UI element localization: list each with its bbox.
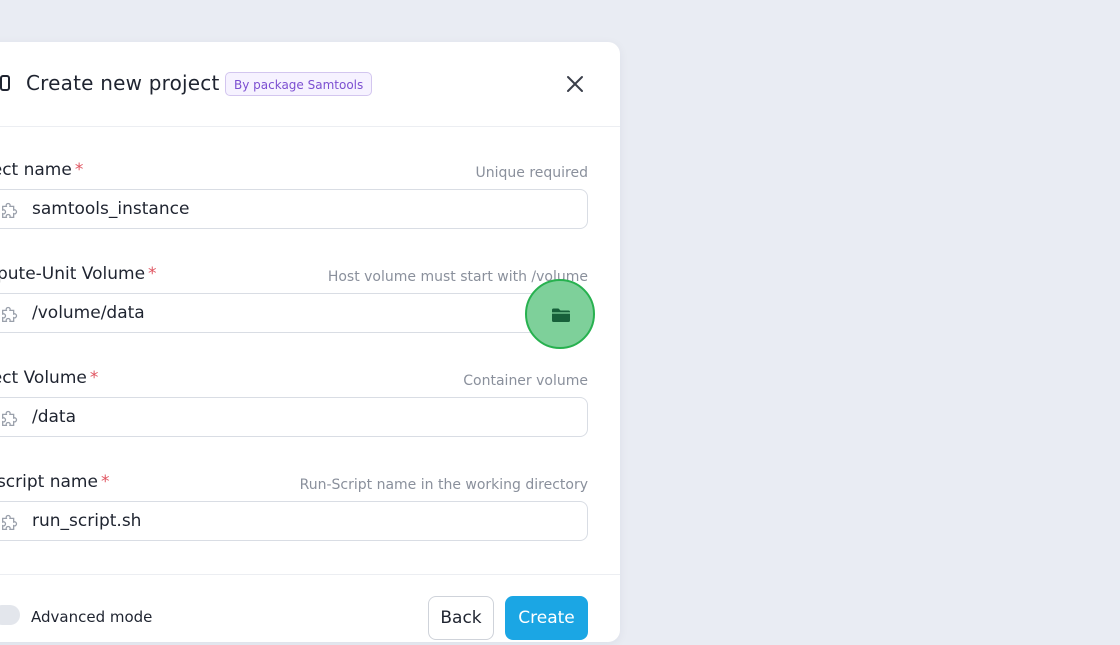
advanced-mode-toggle[interactable] xyxy=(0,605,20,625)
compute-volume-input[interactable]: /volume/data xyxy=(0,293,588,333)
back-button[interactable]: Back xyxy=(428,596,494,640)
puzzle-icon xyxy=(2,306,18,322)
project-name-label: roject name* xyxy=(0,160,84,180)
dialog-title: Create new project xyxy=(26,71,220,95)
package-badge: By package Samtools xyxy=(225,72,373,96)
folder-icon xyxy=(552,308,570,322)
dialog-header: Create new project By package Samtools xyxy=(0,42,620,127)
run-script-label: un script name* xyxy=(0,472,110,492)
project-name-value: samtools_instance xyxy=(32,199,190,219)
compute-volume-label: ompute-Unit Volume* xyxy=(0,264,157,284)
advanced-mode-label: Advanced mode xyxy=(31,608,153,626)
project-volume-input[interactable]: /data xyxy=(0,397,588,437)
compute-volume-value: /volume/data xyxy=(32,303,145,323)
create-project-dialog: Create new project By package Samtools r… xyxy=(0,42,620,642)
close-button[interactable] xyxy=(563,72,587,96)
project-volume-label: roject Volume* xyxy=(0,368,99,388)
project-name-hint: Unique required xyxy=(475,165,589,181)
puzzle-icon xyxy=(2,514,18,530)
run-script-input[interactable]: run_script.sh xyxy=(0,501,588,541)
project-volume-hint: Container volume xyxy=(463,373,588,389)
project-icon xyxy=(0,75,10,91)
dialog-footer: Advanced mode Back Create xyxy=(0,574,620,645)
create-button[interactable]: Create xyxy=(505,596,588,640)
run-script-value: run_script.sh xyxy=(32,511,142,531)
project-volume-value: /data xyxy=(32,407,77,427)
puzzle-icon xyxy=(2,202,18,218)
project-name-input[interactable]: samtools_instance xyxy=(0,189,588,229)
puzzle-icon xyxy=(2,410,18,426)
run-script-hint: Run-Script name in the working directory xyxy=(299,477,588,493)
close-icon xyxy=(567,76,583,92)
browse-folder-button[interactable] xyxy=(525,279,595,349)
